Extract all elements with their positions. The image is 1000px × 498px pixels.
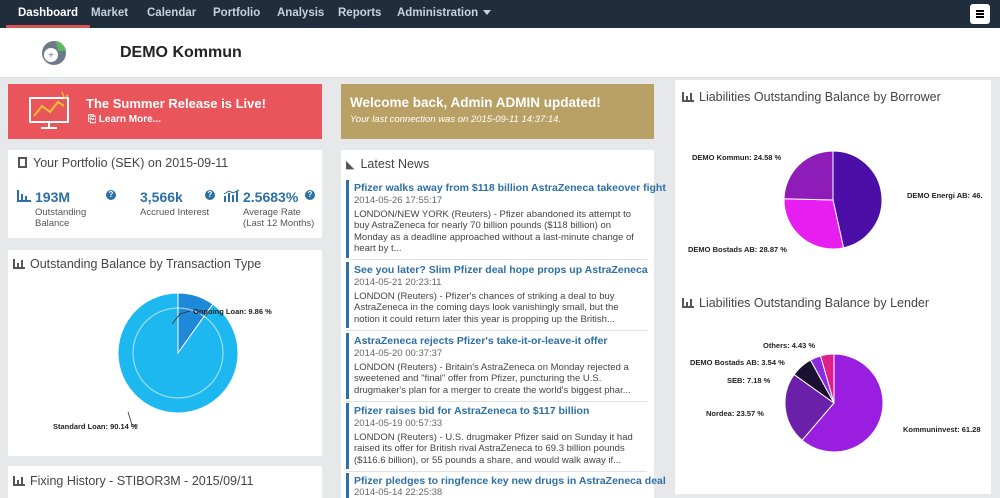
lender-chart-title: Liabilities Outstanding Balance by Lende… (682, 296, 929, 310)
pie-slice-demo-bostads-ab[interactable] (783, 198, 845, 250)
pie-label-seb: SEB: 7.18 % (727, 376, 771, 385)
borrower-title-text: Liabilities Outstanding Balance by Borro… (699, 90, 941, 104)
lender-pie-chart (784, 353, 884, 453)
news-item-title[interactable]: Pfizer pledges to ringfence key new drug… (354, 475, 666, 487)
rss-icon: ◣ (346, 159, 355, 171)
pie-slice-demo-kommun[interactable] (783, 150, 834, 201)
divider (346, 259, 647, 260)
news-item-date: 2014-05-14 22:25:38 (354, 487, 443, 498)
news-item-title[interactable]: Pfizer walks away from $118 billion Astr… (354, 182, 666, 194)
bar-chart-icon (13, 476, 25, 486)
pie-label-nordea: Nordea: 23.57 % (706, 409, 764, 418)
news-item-body: LONDON (Reuters) - Britain's AstraZeneca… (354, 362, 631, 396)
pie-label-demo-kommun: DEMO Kommun: 24.58 % (692, 153, 782, 162)
news-accent-bar (346, 180, 349, 258)
news-item-date: 2014-05-21 20:23:11 (354, 277, 442, 288)
news-item-title[interactable]: Pfizer raises bid for AstraZeneca to $11… (354, 405, 589, 417)
lender-title-text: Liabilities Outstanding Balance by Lende… (699, 296, 930, 310)
news-item-date: 2014-05-20 00:37:37 (354, 348, 443, 359)
news-item-body: LONDON (Reuters) - U.S. drugmaker Pfizer… (354, 432, 633, 466)
pie-label-demo-bostads: DEMO Bostads AB: 3.54 % (690, 358, 785, 367)
news-accent-bar (346, 333, 349, 399)
fixing-history-title: Fixing History - STIBOR3M - 2015/09/11 (13, 474, 253, 488)
news-accent-bar (346, 262, 349, 328)
bar-chart-icon (682, 298, 694, 308)
news-item-body: LONDON/NEW YORK (Reuters) - Pfizer aband… (354, 209, 634, 255)
news-item-date: 2014-05-26 17:55:17 (354, 195, 443, 206)
latest-news-title-text: Latest News (360, 157, 430, 171)
fixing-history-title-text: Fixing History - STIBOR3M - 2015/09/11 (30, 474, 254, 488)
news-accent-bar (346, 403, 349, 469)
pie-label-demo-bostads: DEMO Bostads AB: 28.87 % (688, 245, 787, 254)
divider (346, 401, 647, 402)
news-item-body: LONDON (Reuters) - Pfizer's chances of s… (354, 291, 619, 325)
pie-label-demo-energi: DEMO Energi AB: 46. (907, 191, 983, 200)
divider (346, 330, 647, 331)
pie-label-kommuninvest: Kommuninvest: 61.28 (903, 425, 981, 434)
bar-chart-icon (682, 92, 694, 102)
borrower-chart-title: Liabilities Outstanding Balance by Borro… (682, 90, 941, 104)
news-accent-bar (346, 473, 349, 498)
latest-news-title: ◣ Latest News (346, 157, 429, 171)
news-item-title[interactable]: AstraZeneca rejects Pfizer's take-it-or-… (354, 335, 607, 347)
divider (346, 471, 647, 472)
news-item-title[interactable]: See you later? Slim Pfizer deal hope pro… (354, 264, 648, 276)
borrower-pie-chart (783, 150, 883, 250)
pie-label-others: Others: 4.43 % (763, 341, 816, 350)
news-item-date: 2014-05-19 00:57:33 (354, 418, 443, 429)
